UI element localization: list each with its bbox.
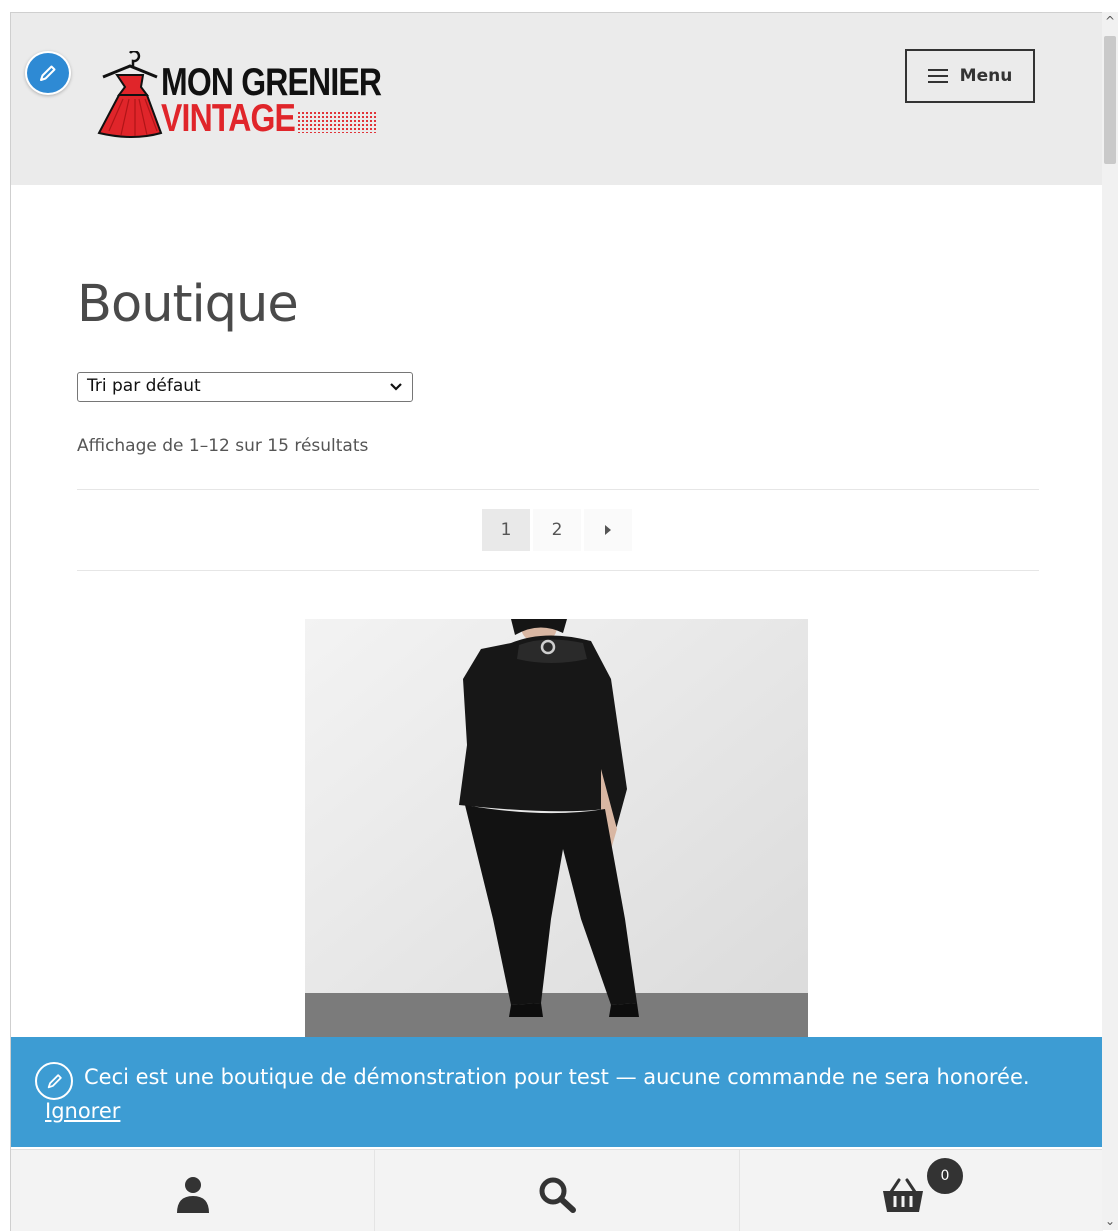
scroll-up-arrow-icon[interactable]: ^ — [1102, 14, 1118, 28]
basket-icon — [883, 1178, 924, 1212]
my-account-link[interactable] — [11, 1150, 376, 1231]
dress-hanger-icon — [97, 51, 163, 138]
page-2-link[interactable]: 2 — [533, 509, 581, 551]
demo-store-notice: Ceci est une boutique de démonstration p… — [11, 1037, 1103, 1147]
scrollbar-thumb[interactable] — [1104, 36, 1116, 164]
divider — [77, 570, 1039, 571]
cart-link[interactable] — [740, 1150, 1103, 1231]
result-count: Affichage de 1–12 sur 15 résultats — [77, 436, 369, 456]
site-header: MON GRENIER VINTAGE Menu — [11, 13, 1103, 185]
site-logo[interactable]: MON GRENIER VINTAGE — [95, 51, 385, 141]
customize-edit-button[interactable] — [25, 51, 71, 95]
sort-select-value: Tri par défaut — [87, 376, 201, 396]
pagination: 1 2 — [482, 509, 632, 551]
page-title: Boutique — [77, 275, 299, 334]
menu-button-label: Menu — [959, 66, 1013, 86]
demo-notice-text: Ceci est une boutique de démonstration p… — [84, 1065, 1030, 1089]
cart-count-badge: 0 — [925, 1156, 965, 1196]
search-link[interactable] — [375, 1150, 740, 1231]
menu-button[interactable]: Menu — [905, 49, 1035, 103]
caret-right-icon — [605, 525, 611, 535]
divider — [77, 489, 1039, 490]
browser-viewport: MON GRENIER VINTAGE Menu Boutique Tri pa… — [10, 12, 1103, 1231]
vertical-scrollbar[interactable]: ^ ⌄ — [1102, 12, 1118, 1230]
scroll-down-arrow-icon[interactable]: ⌄ — [1102, 1214, 1118, 1228]
pencil-icon — [35, 1062, 73, 1100]
sort-select[interactable]: Tri par défaut — [77, 372, 413, 402]
pencil-icon — [40, 65, 56, 81]
next-page-link[interactable] — [584, 509, 632, 551]
hamburger-icon — [927, 69, 948, 83]
user-icon — [176, 1177, 209, 1213]
search-icon — [539, 1177, 576, 1213]
chevron-down-icon — [390, 383, 402, 391]
logo-text-bottom: VINTAGE — [161, 97, 296, 140]
product-photo — [305, 619, 808, 1039]
product-image[interactable] — [305, 619, 808, 1039]
logo-dot-pattern — [297, 111, 377, 133]
dismiss-notice-link[interactable]: Ignorer — [45, 1099, 120, 1123]
page-1-current: 1 — [482, 509, 530, 551]
